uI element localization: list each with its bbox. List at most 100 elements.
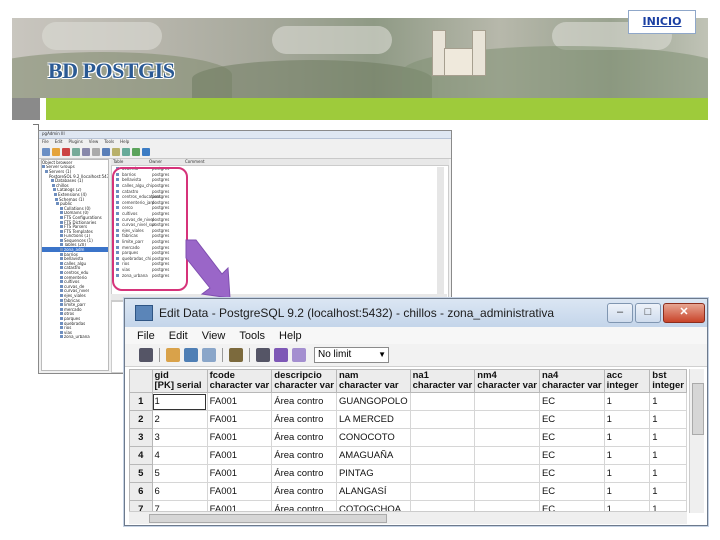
- table-cell[interactable]: 1: [649, 464, 687, 483]
- filter-icon[interactable]: [112, 147, 120, 156]
- connect-icon[interactable]: [42, 147, 50, 156]
- table-cell[interactable]: 4: [151, 446, 208, 465]
- column-header[interactable]: nam character var: [335, 369, 411, 393]
- table-cell[interactable]: ALANGASÍ: [335, 482, 411, 501]
- grid-vertical-scrollbar[interactable]: [689, 369, 704, 513]
- delete-row-icon[interactable]: [229, 348, 243, 362]
- sort-icon[interactable]: [256, 348, 270, 362]
- help-icon[interactable]: [142, 147, 150, 156]
- column-header[interactable]: gid [PK] serial: [151, 369, 208, 393]
- pgadmin-menu-item[interactable]: Plugins: [68, 139, 82, 145]
- table-cell[interactable]: [474, 482, 540, 501]
- table-cell[interactable]: FA001: [206, 428, 273, 447]
- inicio-link[interactable]: INICIO: [628, 10, 696, 34]
- table-cell[interactable]: Área contro: [271, 410, 337, 429]
- minimize-button[interactable]: –: [607, 303, 633, 323]
- edit-menu-item[interactable]: Edit: [169, 330, 188, 342]
- save-icon[interactable]: [139, 348, 153, 362]
- table-row[interactable]: 6 6 FA001 Área contro ALANGASÍ EC 1 1: [129, 482, 687, 501]
- table-cell[interactable]: LA MERCED: [335, 410, 411, 429]
- properties-scrollbar[interactable]: [437, 167, 444, 297]
- column-header[interactable]: na1 character var: [409, 369, 476, 393]
- tree-node[interactable]: zona_urbana: [42, 335, 108, 339]
- table-cell[interactable]: 6: [151, 482, 208, 501]
- column-header[interactable]: nm4 character var: [474, 369, 540, 393]
- vacuum-icon[interactable]: [122, 147, 130, 156]
- column-header[interactable]: fcode character var: [206, 369, 273, 393]
- table-cell[interactable]: FA001: [206, 392, 273, 411]
- refresh-icon[interactable]: [52, 147, 60, 156]
- properties-column-header[interactable]: Owner: [149, 159, 185, 164]
- table-cell[interactable]: 1: [603, 410, 651, 429]
- close-button[interactable]: ✕: [663, 303, 705, 323]
- grid-horizontal-scrollbar[interactable]: [129, 511, 687, 524]
- column-header[interactable]: descripcio character var: [271, 369, 337, 393]
- properties-column-header[interactable]: Table: [113, 159, 149, 164]
- pgadmin-menu-item[interactable]: Tools: [104, 139, 114, 145]
- column-header[interactable]: na4 character var: [538, 369, 605, 393]
- table-cell[interactable]: 5: [151, 464, 208, 483]
- row-limit-select[interactable]: No limit ▼: [314, 347, 389, 363]
- table-cell[interactable]: 1: [603, 392, 651, 411]
- pgadmin-menu-item[interactable]: Help: [120, 139, 129, 145]
- column-header[interactable]: bst integer: [649, 369, 687, 393]
- table-cell[interactable]: [474, 446, 540, 465]
- table-cell[interactable]: CONOCOTO: [335, 428, 411, 447]
- edit-menu-item[interactable]: View: [202, 330, 226, 342]
- table-cell[interactable]: 1: [603, 428, 651, 447]
- table-cell[interactable]: [474, 464, 540, 483]
- table-cell[interactable]: [409, 482, 476, 501]
- table-cell[interactable]: 2: [151, 410, 208, 429]
- table-cell[interactable]: [409, 464, 476, 483]
- pgadmin-menu-item[interactable]: View: [89, 139, 99, 145]
- table-cell[interactable]: EC: [538, 392, 605, 411]
- table-cell[interactable]: 1: [649, 428, 687, 447]
- table-cell[interactable]: EC: [538, 464, 605, 483]
- table-cell[interactable]: Área contro: [271, 446, 337, 465]
- table-cell[interactable]: PINTAG: [335, 464, 411, 483]
- edit-window-titlebar[interactable]: Edit Data - PostgreSQL 9.2 (localhost:54…: [125, 299, 707, 327]
- table-cell[interactable]: Área contro: [271, 482, 337, 501]
- table-cell[interactable]: FA001: [206, 446, 273, 465]
- table-cell[interactable]: FA001: [206, 464, 273, 483]
- table-cell[interactable]: Área contro: [271, 464, 337, 483]
- table-cell[interactable]: 1: [603, 446, 651, 465]
- table-row[interactable]: 4 4 FA001 Área contro AMAGUAÑA EC 1 1: [129, 446, 687, 465]
- table-cell[interactable]: [474, 428, 540, 447]
- table-cell[interactable]: Área contro: [271, 392, 337, 411]
- table-cell[interactable]: 1: [603, 482, 651, 501]
- table-row[interactable]: 1 1 FA001 Área contro GUANGOPOLO EC 1 1: [129, 392, 687, 411]
- table-cell[interactable]: [474, 410, 540, 429]
- table-row[interactable]: 5 5 FA001 Área contro PINTAG EC 1 1: [129, 464, 687, 483]
- column-header[interactable]: acc integer: [603, 369, 651, 393]
- edit-menu-item[interactable]: Tools: [239, 330, 265, 342]
- table-cell[interactable]: EC: [538, 482, 605, 501]
- table-cell[interactable]: Área contro: [271, 428, 337, 447]
- table-cell[interactable]: GUANGOPOLO: [335, 392, 411, 411]
- table-cell[interactable]: FA001: [206, 482, 273, 501]
- pgadmin-menu-item[interactable]: File: [42, 139, 49, 145]
- object-browser-tree[interactable]: Object browser Server Groups Servers (1) Po…: [41, 159, 109, 371]
- data-grid[interactable]: gid [PK] serial fcode character var descripc…: [129, 369, 687, 513]
- view-data-icon[interactable]: [102, 147, 110, 156]
- edit-menu-item[interactable]: Help: [279, 330, 302, 342]
- table-cell[interactable]: AMAGUAÑA: [335, 446, 411, 465]
- table-cell[interactable]: [409, 410, 476, 429]
- table-cell[interactable]: 1: [649, 446, 687, 465]
- edit-menu-item[interactable]: File: [137, 330, 155, 342]
- table-cell[interactable]: 1: [151, 392, 208, 411]
- table-cell[interactable]: [409, 446, 476, 465]
- create-icon[interactable]: [82, 147, 90, 156]
- pgadmin-menu-item[interactable]: Edit: [55, 139, 63, 145]
- table-cell[interactable]: 1: [603, 464, 651, 483]
- filter-remove-icon[interactable]: [292, 348, 306, 362]
- table-cell[interactable]: 1: [649, 392, 687, 411]
- properties-column-header[interactable]: Comment: [185, 159, 221, 164]
- table-cell[interactable]: FA001: [206, 410, 273, 429]
- table-cell[interactable]: 1: [649, 482, 687, 501]
- table-cell[interactable]: [474, 392, 540, 411]
- table-row[interactable]: 3 3 FA001 Área contro CONOCOTO EC 1 1: [129, 428, 687, 447]
- table-cell[interactable]: EC: [538, 446, 605, 465]
- table-cell[interactable]: [409, 428, 476, 447]
- table-cell[interactable]: [409, 392, 476, 411]
